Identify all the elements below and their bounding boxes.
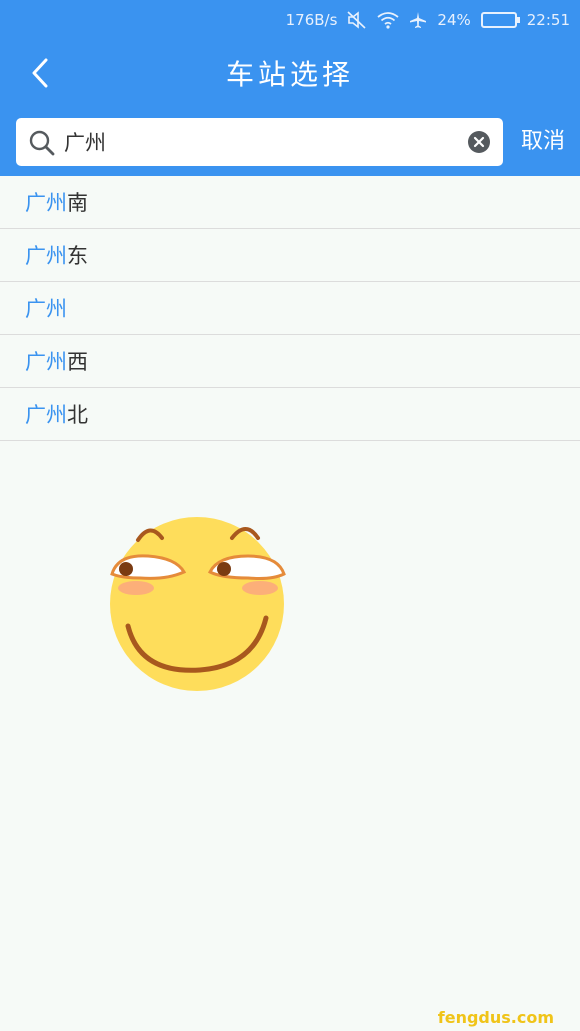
wifi-icon xyxy=(377,11,399,29)
station-rest-text: 北 xyxy=(67,403,88,427)
battery-percent: 24% xyxy=(437,11,471,29)
station-result-item[interactable]: 广州东 xyxy=(0,229,580,282)
search-bar: 取消 xyxy=(0,118,580,166)
station-result-item[interactable]: 广州南 xyxy=(0,176,580,229)
station-results-list: 广州南 广州东 广州 广州西 广州北 xyxy=(0,176,580,441)
station-match-text: 广州 xyxy=(25,297,67,321)
back-button[interactable] xyxy=(20,55,60,95)
smirk-emoji-icon xyxy=(104,514,290,696)
clear-button[interactable] xyxy=(468,131,490,153)
station-match-text: 广州 xyxy=(25,403,67,427)
page-title: 车站选择 xyxy=(225,58,354,91)
airplane-icon xyxy=(409,11,427,29)
station-match-text: 广州 xyxy=(25,244,67,268)
network-speed: 176B/s xyxy=(285,11,338,29)
station-result-item[interactable]: 广州西 xyxy=(0,335,580,388)
search-icon xyxy=(28,129,56,157)
close-icon xyxy=(473,133,485,152)
clock: 22:51 xyxy=(526,11,570,29)
cancel-button[interactable]: 取消 xyxy=(510,118,576,166)
station-result-item[interactable]: 广州 xyxy=(0,282,580,335)
station-result-item[interactable]: 广州北 xyxy=(0,388,580,441)
station-match-text: 广州 xyxy=(25,350,67,374)
status-bar: 176B/s 24% 22:51 xyxy=(0,0,580,40)
title-bar: 车站选择 xyxy=(0,40,580,110)
search-input[interactable] xyxy=(64,124,454,160)
station-rest-text: 西 xyxy=(67,350,88,374)
battery-icon xyxy=(480,12,520,28)
station-rest-text: 东 xyxy=(67,244,88,268)
watermark: fengdus.com xyxy=(437,1008,554,1027)
mute-icon xyxy=(347,11,367,29)
station-match-text: 广州 xyxy=(25,191,67,215)
app-header: 176B/s 24% 22:51 车站选择 广州 取消 xyxy=(0,0,580,176)
search-box[interactable] xyxy=(16,118,503,166)
chevron-left-icon xyxy=(30,58,50,92)
station-rest-text: 南 xyxy=(67,191,88,215)
